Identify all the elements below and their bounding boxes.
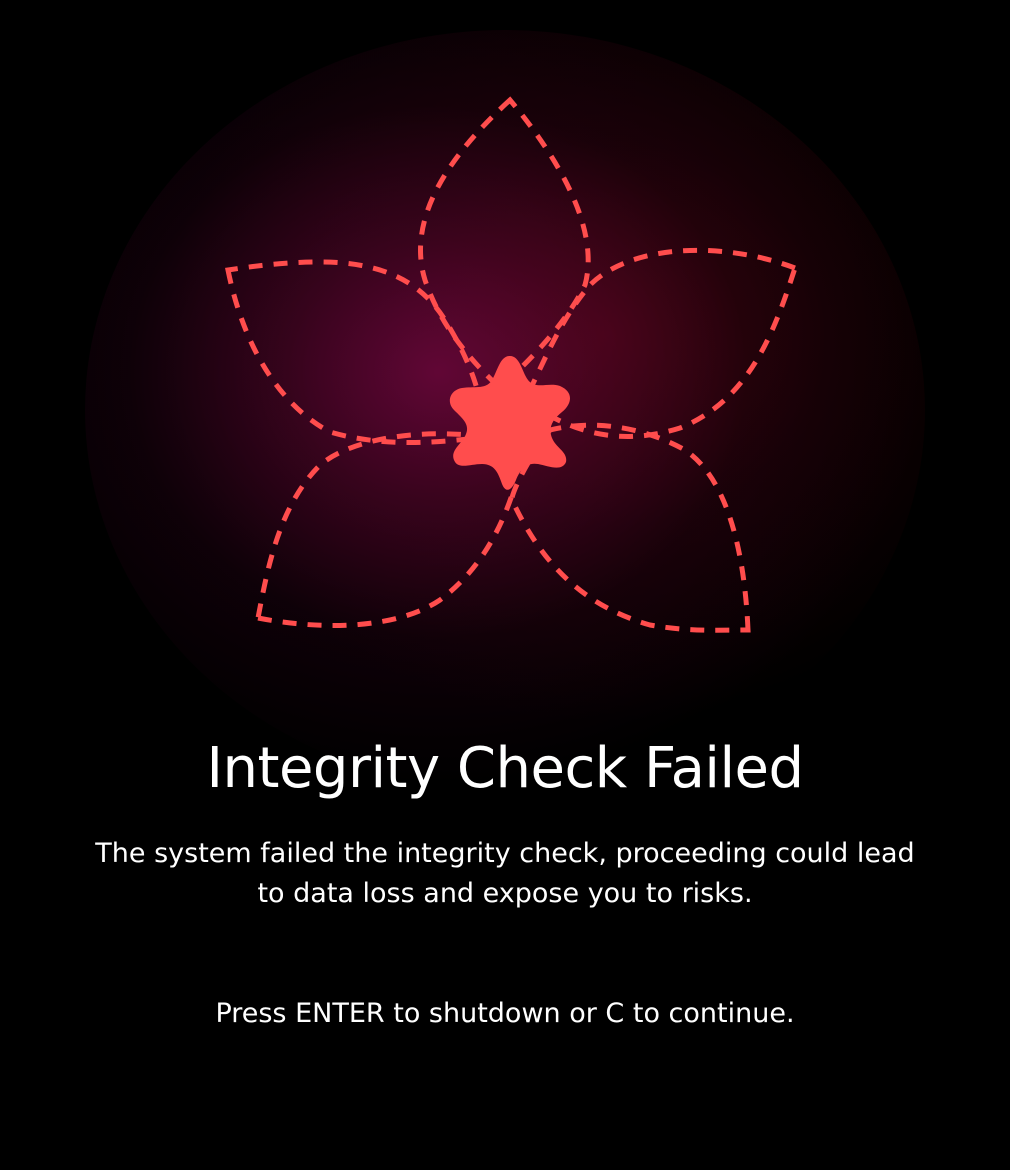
- petal-top: [418, 96, 591, 392]
- center-star-icon: [449, 356, 570, 490]
- dashed-flower-warning-icon: [225, 96, 799, 633]
- petal-left: [225, 259, 484, 445]
- error-title: Integrity Check Failed: [206, 736, 804, 801]
- error-description: The system failed the integrity check, p…: [95, 838, 915, 909]
- action-prompt: Press ENTER to shutdown or C to continue…: [215, 998, 795, 1029]
- integrity-check-screen: Integrity Check Failed The system failed…: [0, 0, 1010, 1170]
